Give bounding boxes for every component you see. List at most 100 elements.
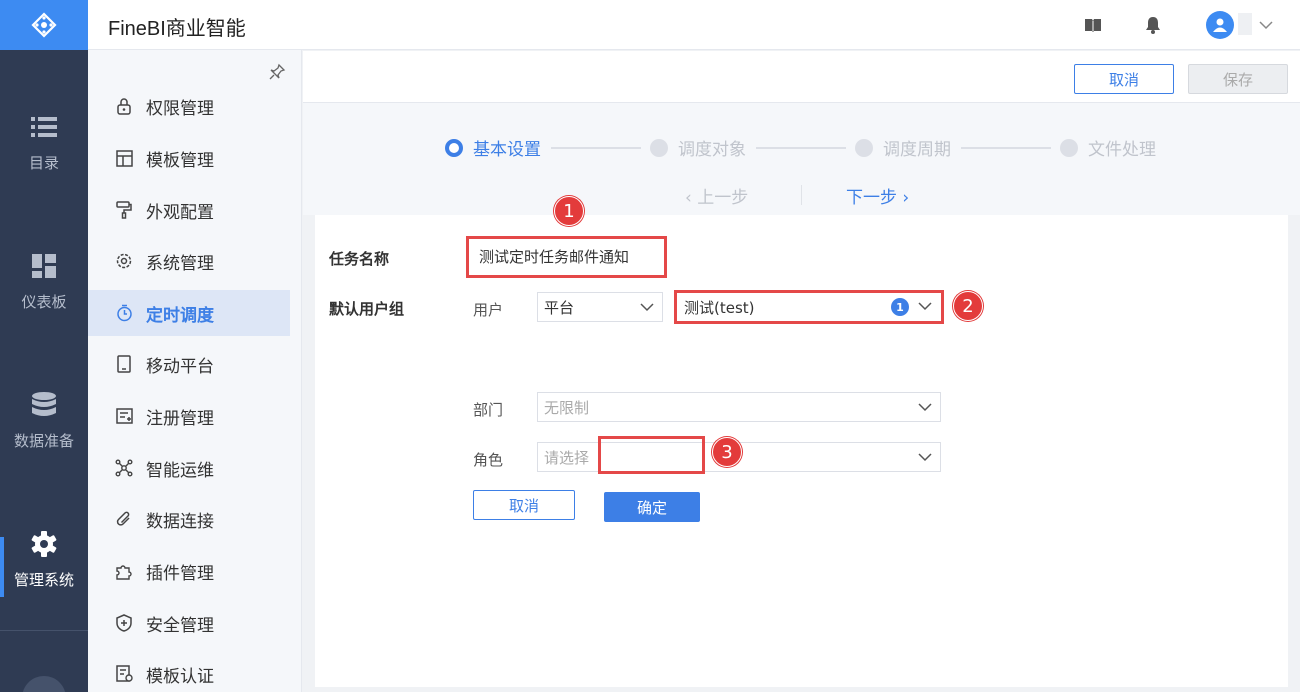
pin-icon[interactable] xyxy=(268,63,286,85)
user-avatar[interactable] xyxy=(1206,11,1234,39)
user-label: 用户 xyxy=(473,301,504,319)
step-indicator xyxy=(650,138,668,157)
user-source-value: 平台 xyxy=(544,298,575,317)
network-icon xyxy=(114,458,134,478)
rail-item-label: 仪表板 xyxy=(21,292,67,311)
sidebar-item-plugins[interactable]: 插件管理 xyxy=(88,548,290,594)
step-label: 调度周期 xyxy=(883,140,951,160)
step-connector xyxy=(551,147,641,149)
rail-item-dashboard[interactable]: 仪表板 xyxy=(0,231,88,331)
sidebar-item-data-connection[interactable]: 数据连接 xyxy=(88,496,290,542)
action-bar: 取消 保存 xyxy=(303,51,1300,103)
user-select[interactable]: 测试(test) 1 xyxy=(678,292,940,322)
step-file-processing[interactable]: 文件处理 xyxy=(1060,135,1156,160)
task-name-input[interactable]: 测试定时任务邮件通知 xyxy=(473,241,663,271)
sidebar-item-permissions[interactable]: 权限管理 xyxy=(88,83,290,129)
step-label: 基本设置 xyxy=(473,140,541,160)
rail-avatar[interactable] xyxy=(22,676,66,692)
dept-select[interactable]: 无限制 xyxy=(537,392,941,422)
nav-separator xyxy=(801,185,802,205)
rail-item-label: 管理系统 xyxy=(13,570,74,589)
sidebar-item-mobile[interactable]: 移动平台 xyxy=(88,341,290,387)
rail-divider xyxy=(0,630,88,631)
sidebar-item-registration[interactable]: 注册管理 xyxy=(88,393,290,439)
form-cancel-button[interactable]: 取消 xyxy=(473,490,575,520)
puzzle-icon xyxy=(114,561,134,581)
step-connector xyxy=(961,147,1051,149)
sidebar-item-label: 模板管理 xyxy=(146,150,214,171)
sidebar-item-templates[interactable]: 模板管理 xyxy=(88,135,290,181)
step-label: 调度对象 xyxy=(678,140,746,160)
paint-roller-icon xyxy=(114,200,134,220)
sidebar-item-label: 数据连接 xyxy=(146,511,214,532)
dashboard-grid-icon xyxy=(29,251,59,281)
user-select-value: 测试(test) xyxy=(684,298,755,317)
step-indicator xyxy=(855,138,873,157)
selected-count-badge: 1 xyxy=(891,298,909,316)
step-schedule-period[interactable]: 调度周期 xyxy=(855,135,951,160)
sidebar-item-appearance[interactable]: 外观配置 xyxy=(88,187,290,233)
task-name-label: 任务名称 xyxy=(329,250,390,268)
sidebar-item-security[interactable]: 安全管理 xyxy=(88,600,290,646)
shield-icon xyxy=(114,613,134,633)
sidebar-item-label: 外观配置 xyxy=(146,202,214,223)
register-icon xyxy=(114,406,134,426)
step-indicator xyxy=(1060,138,1078,157)
template-icon xyxy=(114,148,134,168)
gear-icon xyxy=(114,251,134,271)
user-source-select[interactable]: 平台 xyxy=(537,292,663,322)
sidebar-item-scheduling[interactable]: 定时调度 xyxy=(88,290,290,336)
chevron-down-icon xyxy=(640,303,654,312)
database-icon xyxy=(29,390,59,420)
sidebar-item-label: 定时调度 xyxy=(146,305,214,326)
top-bar: FineBI商业智能 xyxy=(88,0,1300,50)
user-name[interactable] xyxy=(1238,13,1252,35)
dept-select-value: 无限制 xyxy=(544,398,590,417)
step-indicator xyxy=(445,138,463,157)
stepper: 基本设置 调度对象 调度周期 文件处理 ‹ 上一步 下一步 › xyxy=(303,103,1300,215)
form-card: 任务名称 测试定时任务邮件通知 默认用户组 用户 平台 测试(test) 1 部… xyxy=(315,215,1288,687)
step-schedule-target[interactable]: 调度对象 xyxy=(650,135,746,160)
sidebar-item-label: 移动平台 xyxy=(146,356,214,377)
chevron-down-icon[interactable] xyxy=(1256,15,1276,35)
step-label: 文件处理 xyxy=(1088,140,1156,160)
sidebar-item-ops[interactable]: 智能运维 xyxy=(88,445,290,491)
rail-item-label: 目录 xyxy=(28,153,59,172)
sidebar-item-label: 权限管理 xyxy=(146,98,214,119)
paperclip-icon xyxy=(114,509,134,529)
main-content: 取消 保存 基本设置 调度对象 调度周期 文件处理 ‹ 上一步 下一步 › 任务… xyxy=(303,51,1300,692)
step-basic-settings[interactable]: 基本设置 xyxy=(445,135,541,160)
prev-step-label: 上一步 xyxy=(697,188,749,208)
sidebar-item-label: 模板认证 xyxy=(146,666,214,687)
sidebar-item-label: 系统管理 xyxy=(146,253,214,274)
rail-item-catalog[interactable]: 目录 xyxy=(0,92,88,192)
prev-step-button[interactable]: ‹ 上一步 xyxy=(685,183,748,208)
sidebar-item-label: 插件管理 xyxy=(146,563,214,584)
sidebar-item-system[interactable]: 系统管理 xyxy=(88,238,290,284)
rail-item-label: 数据准备 xyxy=(13,431,74,450)
cancel-button[interactable]: 取消 xyxy=(1074,64,1174,94)
role-select-placeholder: 请选择 xyxy=(544,448,590,467)
user-icon xyxy=(1213,18,1227,32)
app-title: FineBI商业智能 xyxy=(108,18,246,40)
list-icon xyxy=(29,112,59,142)
sidebar-item-label: 智能运维 xyxy=(146,460,214,481)
step-callout-2: 2 xyxy=(953,291,983,321)
rail-item-admin[interactable]: 管理系统 xyxy=(0,509,88,609)
chevron-down-icon xyxy=(918,302,932,311)
certificate-icon xyxy=(114,664,134,684)
confirm-button[interactable]: 确定 xyxy=(604,492,700,522)
save-button[interactable]: 保存 xyxy=(1188,64,1288,94)
app-logo[interactable] xyxy=(0,0,88,50)
next-step-label: 下一步 xyxy=(846,188,897,208)
rail-item-data-prep[interactable]: 数据准备 xyxy=(0,370,88,470)
step-callout-3: 3 xyxy=(712,437,742,467)
sidebar-item-label: 安全管理 xyxy=(146,615,214,636)
lock-icon xyxy=(114,96,134,116)
next-step-button[interactable]: 下一步 › xyxy=(846,183,909,208)
step-callout-1: 1 xyxy=(554,196,584,226)
bell-icon[interactable] xyxy=(1143,15,1163,35)
sidebar-item-certification[interactable]: 模板认证 xyxy=(88,651,290,692)
book-icon[interactable] xyxy=(1083,15,1103,35)
logo-icon xyxy=(31,12,57,38)
